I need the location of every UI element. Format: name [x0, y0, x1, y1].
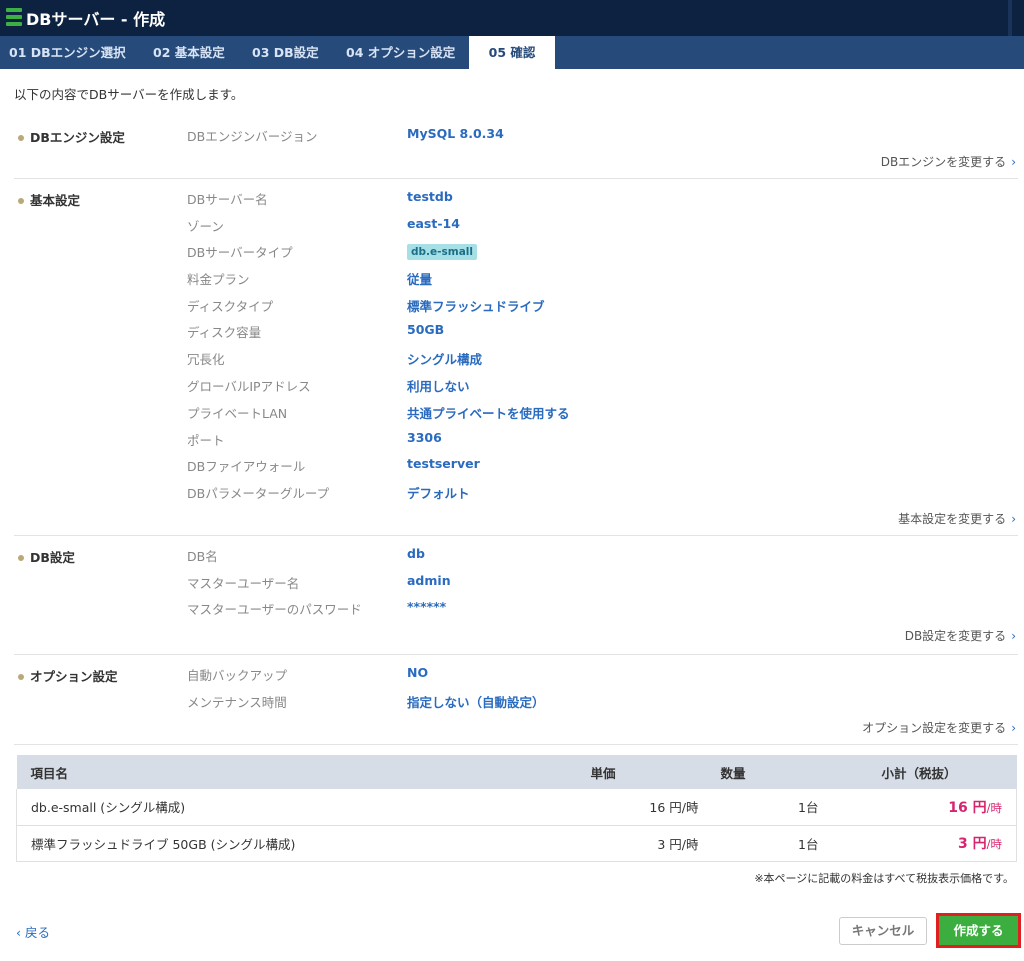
divider — [14, 654, 1018, 655]
tab-db-settings[interactable]: 03 DB設定 — [252, 36, 319, 69]
field-label: 料金プラン — [187, 272, 250, 287]
field-value-plan: 従量 — [407, 272, 433, 287]
field-value-port: 3306 — [407, 430, 442, 445]
field-label: メンテナンス時間 — [187, 695, 287, 710]
field-value-disk-size: 50GB — [407, 322, 445, 337]
tab-basic-settings[interactable]: 02 基本設定 — [153, 36, 225, 69]
field-label: プライベートLAN — [187, 406, 288, 421]
tax-note: ※本ページに記載の料金はすべて税抜表示価格です。 — [754, 872, 1014, 885]
section-heading-option: オプション設定 — [18, 666, 118, 685]
column-header-unit-price: 単価 — [576, 755, 707, 789]
subtotal-unit: /時 — [986, 800, 1002, 815]
field-value-master-user: admin — [407, 573, 451, 588]
section-heading-engine: DBエンジン設定 — [18, 127, 125, 146]
divider — [14, 744, 1018, 745]
change-engine-link[interactable]: DBエンジンを変更する › — [881, 153, 1016, 170]
field-label: 自動バックアップ — [187, 668, 288, 683]
change-option-link[interactable]: オプション設定を変更する › — [862, 719, 1016, 736]
field-label: DBサーバータイプ — [187, 245, 293, 260]
cancel-button[interactable]: キャンセル — [839, 917, 927, 945]
subtotal-unit: /時 — [986, 837, 1002, 851]
wizard-tabs: 01 DBエンジン選択 02 基本設定 03 DB設定 04 オプション設定 0… — [0, 36, 1024, 69]
change-db-link[interactable]: DB設定を変更する › — [905, 627, 1016, 644]
field-value-db-name: db — [407, 546, 425, 561]
subtotal-price: 16 円 — [948, 799, 987, 816]
field-label: ディスク容量 — [187, 325, 262, 340]
field-label: DBサーバー名 — [187, 192, 268, 207]
field-label: マスターユーザーのパスワード — [187, 602, 362, 617]
field-value-maintenance: 指定しない（自動設定） — [407, 695, 545, 710]
table-row: db.e-small (シングル構成) 16 円/時 1台 16 円/時 — [16, 789, 1017, 826]
change-option-label: オプション設定を変更する — [862, 721, 1007, 735]
field-label: DB名 — [187, 549, 218, 564]
cell-item: db.e-small (シングル構成) — [16, 789, 577, 826]
field-value-zone: east-14 — [407, 216, 460, 231]
field-label: 冗長化 — [187, 352, 225, 367]
field-label: DBファイアウォール — [187, 459, 306, 474]
create-button-highlight: 作成する — [936, 913, 1021, 948]
chevron-left-icon: ‹ — [16, 925, 25, 940]
field-value-redundancy: シングル構成 — [407, 352, 483, 367]
field-label: DBエンジンバージョン — [187, 129, 318, 144]
chevron-right-icon: › — [1011, 629, 1016, 643]
cell-unit-price: 3 円/時 — [576, 825, 707, 862]
create-button[interactable]: 作成する — [939, 916, 1018, 945]
field-label: マスターユーザー名 — [187, 576, 300, 591]
chevron-right-icon: › — [1011, 721, 1016, 735]
section-heading-db: DB設定 — [18, 547, 75, 566]
server-type-badge: db.e-small — [407, 244, 477, 260]
field-value-global-ip: 利用しない — [407, 379, 470, 394]
table-row: 標準フラッシュドライブ 50GB (シングル構成) 3 円/時 1台 3 円/時 — [16, 825, 1017, 862]
field-value-server-type: db.e-small — [407, 243, 477, 260]
field-value-master-password: ****** — [407, 599, 447, 614]
cell-item: 標準フラッシュドライブ 50GB (シングル構成) — [16, 825, 577, 862]
column-header-item: 項目名 — [16, 755, 577, 789]
field-value-firewall: testserver — [407, 456, 480, 471]
back-label: 戻る — [24, 925, 50, 940]
field-value-engine-version: MySQL 8.0.34 — [407, 126, 504, 141]
change-basic-link[interactable]: 基本設定を変更する › — [898, 510, 1016, 527]
cell-qty: 1台 — [706, 789, 827, 826]
intro-text: 以下の内容でDBサーバーを作成します。 — [14, 87, 244, 102]
field-label: ポート — [187, 433, 225, 448]
price-table: 項目名 単価 数量 小計（税抜） db.e-small (シングル構成) 16 … — [16, 755, 1017, 862]
divider — [14, 535, 1018, 536]
back-link[interactable]: ‹ 戻る — [16, 922, 50, 941]
cell-subtotal: 16 円/時 — [826, 789, 1017, 826]
field-value-disk-type: 標準フラッシュドライブ — [407, 299, 545, 314]
divider — [14, 178, 1018, 179]
tab-db-engine[interactable]: 01 DBエンジン選択 — [9, 36, 126, 69]
cell-subtotal: 3 円/時 — [826, 825, 1017, 862]
subtotal-price: 3 円 — [958, 836, 987, 852]
chevron-right-icon: › — [1011, 512, 1016, 526]
title-bar: DBサーバー - 作成 — [0, 0, 1024, 36]
field-value-private-lan: 共通プライベートを使用する — [407, 406, 570, 421]
field-label: ゾーン — [187, 219, 224, 234]
cell-qty: 1台 — [706, 825, 827, 862]
change-engine-label: DBエンジンを変更する — [880, 155, 1007, 169]
title-bar-edge — [1008, 0, 1012, 36]
column-header-qty: 数量 — [706, 755, 827, 789]
chevron-right-icon: › — [1011, 155, 1016, 169]
tab-confirm[interactable]: 05 確認 — [469, 36, 555, 69]
change-db-label: DB設定を変更する — [904, 629, 1007, 643]
cell-unit-price: 16 円/時 — [576, 789, 707, 826]
field-value-server-name: testdb — [407, 189, 453, 204]
change-basic-label: 基本設定を変更する — [898, 512, 1007, 526]
field-value-auto-backup: NO — [407, 665, 429, 680]
tab-option-settings[interactable]: 04 オプション設定 — [346, 36, 455, 69]
field-label: DBパラメーターグループ — [187, 486, 330, 501]
column-header-subtotal: 小計（税抜） — [826, 755, 1017, 789]
section-heading-basic: 基本設定 — [18, 190, 80, 209]
field-value-parameter-group: デフォルト — [407, 486, 470, 501]
field-label: ディスクタイプ — [187, 299, 274, 314]
table-header-row: 項目名 単価 数量 小計（税抜） — [16, 755, 1017, 789]
app-logo-icon — [6, 8, 22, 26]
field-label: グローバルIPアドレス — [187, 379, 311, 394]
page-title: DBサーバー - 作成 — [26, 10, 166, 29]
